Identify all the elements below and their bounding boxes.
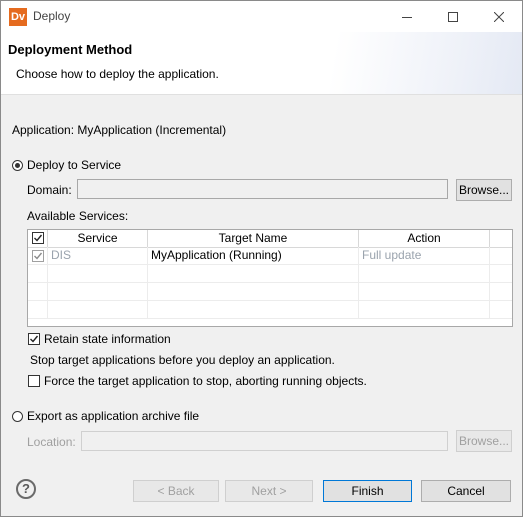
export-archive-option[interactable]: Export as application archive file — [12, 409, 199, 423]
row-check-cell[interactable] — [28, 247, 48, 265]
deploy-to-service-label: Deploy to Service — [27, 158, 122, 172]
table-header: Service Target Name Action — [28, 230, 512, 248]
next-button[interactable]: Next > — [225, 480, 313, 502]
domain-label: Domain: — [27, 183, 72, 197]
location-browse-button[interactable]: Browse... — [456, 430, 512, 452]
empty-table-row — [28, 301, 512, 319]
app-icon: Dv — [9, 8, 27, 26]
page-title: Deployment Method — [8, 42, 133, 57]
column-header-filler — [490, 230, 512, 247]
empty-table-row — [28, 283, 512, 301]
page-description: Choose how to deploy the application. — [16, 67, 219, 81]
column-header-action[interactable]: Action — [359, 230, 490, 247]
force-stop-label: Force the target application to stop, ab… — [44, 374, 367, 388]
help-icon[interactable]: ? — [16, 479, 36, 499]
close-icon — [494, 11, 504, 22]
export-archive-label: Export as application archive file — [27, 409, 200, 423]
select-all-cell[interactable] — [28, 230, 48, 247]
minimize-button[interactable] — [384, 1, 430, 32]
maximize-icon — [448, 11, 458, 22]
location-label: Location: — [27, 435, 76, 449]
select-all-checkbox[interactable] — [31, 232, 44, 244]
service-cell: DIS — [48, 247, 148, 265]
domain-browse-button[interactable]: Browse... — [456, 179, 512, 201]
deploy-dialog: Dv Deploy Deployment Method Choose how t… — [0, 0, 523, 517]
column-header-service[interactable]: Service — [48, 230, 148, 247]
services-table: Service Target Name Action DIS MyApplica… — [27, 229, 513, 327]
column-header-target-name[interactable]: Target Name — [148, 230, 359, 247]
checkmark-icon — [30, 335, 39, 343]
force-stop-option[interactable]: Force the target application to stop, ab… — [28, 374, 367, 388]
application-label: Application: MyApplication (Incremental) — [12, 123, 227, 137]
deploy-to-service-radio[interactable] — [12, 159, 23, 171]
domain-field[interactable] — [77, 179, 448, 199]
action-cell[interactable]: Full update — [359, 247, 490, 265]
dialog-footer: ? < Back Next > Finish Cancel — [1, 459, 522, 516]
header-banner: Deployment Method Choose how to deploy t… — [1, 32, 522, 95]
filler-cell — [490, 247, 512, 265]
cancel-button[interactable]: Cancel — [421, 480, 511, 502]
back-button[interactable]: < Back — [133, 480, 219, 502]
location-field[interactable] — [81, 431, 448, 451]
force-stop-checkbox[interactable] — [28, 375, 40, 387]
title-bar: Dv Deploy — [1, 1, 522, 32]
banner-decoration — [272, 32, 522, 94]
retain-state-label: Retain state information — [44, 332, 171, 346]
close-button[interactable] — [476, 1, 522, 32]
main-content: Application: MyApplication (Incremental)… — [1, 95, 522, 459]
minimize-icon — [402, 16, 412, 18]
maximize-button[interactable] — [430, 1, 476, 32]
target-name-cell: MyApplication (Running) — [148, 247, 359, 265]
available-services-label: Available Services: — [27, 209, 129, 223]
stop-target-text: Stop target applications before you depl… — [30, 353, 335, 367]
table-row[interactable]: DIS MyApplication (Running) Full update — [28, 247, 512, 265]
checkmark-icon — [33, 234, 42, 242]
retain-state-option[interactable]: Retain state information — [28, 332, 171, 346]
finish-button[interactable]: Finish — [323, 480, 412, 502]
export-archive-radio[interactable] — [12, 410, 23, 422]
deploy-to-service-option[interactable]: Deploy to Service — [12, 158, 121, 172]
empty-table-row — [28, 265, 512, 283]
window-title: Deploy — [33, 9, 71, 23]
row-checkbox[interactable] — [31, 250, 44, 262]
checkmark-icon — [33, 252, 42, 260]
retain-state-checkbox[interactable] — [28, 333, 40, 345]
